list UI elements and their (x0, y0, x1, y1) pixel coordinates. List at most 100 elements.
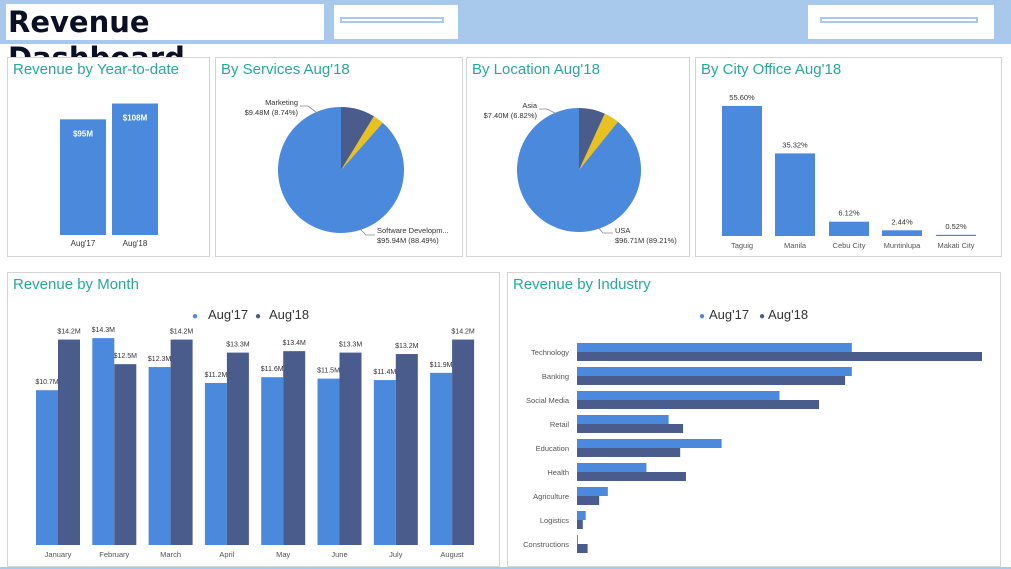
city-x-tick: Taguig (731, 241, 753, 250)
location-slice-value: $96.71M (89.21%) (615, 236, 677, 245)
city-value-label: 35.32% (782, 140, 808, 149)
industry-bar-aug17 (577, 511, 586, 520)
industry-bar-aug17 (577, 343, 852, 352)
month-bar-aug17 (148, 367, 171, 545)
panel-industry: Revenue by Industry ● Aug'17 ● Aug'18 Techno… (507, 272, 1001, 567)
industry-y-tick: Agriculture (533, 492, 569, 501)
ytd-value-label: $108M (123, 114, 148, 123)
city-bar (775, 153, 815, 236)
city-x-tick: Manila (784, 241, 807, 250)
city-value-label: 55.60% (729, 93, 755, 102)
city-value-label: 2.44% (891, 217, 913, 226)
legend-aug17-marker: ● (192, 311, 198, 322)
month-value-label: $14.2M (170, 329, 194, 336)
chart-ytd: $95M Aug'17 $108M Aug'18 (60, 103, 158, 248)
month-bar-aug18 (395, 354, 418, 545)
city-value-label: 0.52% (945, 222, 967, 231)
industry-y-tick: Retail (550, 420, 570, 429)
month-value-label: $11.2M (204, 372, 227, 379)
header-slicer-2-bar (820, 17, 978, 23)
city-bar (829, 221, 869, 236)
chart-industry: ● Aug'17 ● Aug'18TechnologyBankingSocial Me… (523, 307, 982, 553)
month-bar-aug18 (170, 339, 193, 545)
ytd-bar (112, 103, 158, 235)
header-slicer-1[interactable] (334, 5, 458, 39)
legend-aug18-marker: ● (255, 311, 261, 322)
month-value-label: $14.3M (92, 327, 116, 334)
city-value-label: 6.12% (838, 209, 860, 218)
month-bar-aug18 (283, 351, 306, 545)
location-slice-name: USA (615, 226, 630, 235)
legend-aug17-label: Aug'17 (709, 307, 749, 322)
industry-bar-aug18 (577, 424, 684, 433)
month-value-label: $12.3M (148, 356, 172, 363)
legend-aug18-marker: ● (759, 311, 765, 322)
industry-bar-aug18 (577, 496, 600, 505)
panel-ytd: Revenue by Year-to-date $95M Aug'17 $108M A… (7, 57, 210, 257)
panel-services: By Services Aug'18 Marketing $9.48M (8.74… (215, 57, 463, 257)
month-bar-aug17 (92, 338, 115, 545)
month-x-tick: August (440, 550, 464, 559)
industry-bar-aug17 (577, 391, 780, 400)
industry-bar-aug18 (577, 400, 820, 409)
services-slice-value: $9.48M (8.74%) (245, 108, 299, 117)
month-bar-aug18 (339, 352, 362, 545)
header-slicer-1-bar (340, 17, 444, 23)
legend-aug17-label: Aug'17 (208, 307, 248, 322)
services-slice-name: Software Developm... (377, 226, 449, 235)
month-value-label: $11.9M (430, 362, 453, 369)
city-bar (936, 234, 976, 236)
month-bar-aug17 (36, 390, 58, 545)
location-slice-value: $7.40M (6.82%) (484, 111, 538, 120)
month-x-tick: April (219, 550, 234, 559)
industry-bar-aug18 (577, 544, 588, 553)
industry-y-tick: Constructions (523, 540, 569, 549)
month-bar-aug17 (204, 382, 227, 545)
industry-y-tick: Logistics (540, 516, 569, 525)
industry-bar-aug17 (577, 487, 608, 496)
city-bar (882, 230, 922, 236)
month-x-tick: March (160, 550, 181, 559)
month-value-label: $10.7M (35, 379, 59, 386)
city-bar (722, 105, 762, 236)
month-value-label: $12.5M (114, 353, 138, 360)
industry-bar-aug17 (577, 415, 669, 424)
month-x-tick: May (276, 550, 290, 559)
city-x-tick: Muntinlupa (884, 241, 922, 250)
city-x-tick: Makati City (937, 241, 974, 250)
month-value-label: $13.2M (395, 343, 419, 350)
industry-bar-aug18 (577, 520, 583, 529)
location-slice-name: Asia (522, 101, 537, 110)
industry-bar-aug18 (577, 472, 686, 481)
industry-bar-aug17 (577, 439, 722, 448)
chart-location: Asia$7.40M (6.82%) USA$96.71M (89.21%) (484, 101, 678, 245)
header-bar: Revenue Dashboard (0, 0, 1011, 75)
industry-y-tick: Health (547, 468, 569, 477)
panel-location: By Location Aug'18 Asia $7.40M (6.82%) USA… (466, 57, 690, 257)
legend-aug17-marker: ● (699, 311, 705, 322)
month-bar-aug18 (226, 352, 249, 545)
month-bar-aug17 (373, 380, 396, 545)
header-slicer-2[interactable] (808, 5, 994, 39)
chart-city: 55.60% Taguig 35.32% Manila 6.12% Cebu City 2.… (722, 93, 976, 250)
industry-y-tick: Education (536, 444, 569, 453)
industry-bar-aug18 (577, 352, 982, 361)
page-title: Revenue Dashboard (6, 4, 324, 75)
legend-aug18-label: Aug'18 (768, 307, 808, 322)
city-x-tick: Cebu City (833, 241, 866, 250)
month-value-label: $13.3M (226, 342, 250, 349)
month-value-label: $11.6M (261, 366, 284, 373)
industry-bar-aug17 (577, 535, 578, 544)
industry-bar-aug18 (577, 376, 846, 385)
month-bar-aug18 (452, 339, 475, 545)
month-value-label: $13.3M (339, 342, 363, 349)
services-slice-name: Marketing (265, 98, 298, 107)
industry-bar-aug17 (577, 367, 852, 376)
industry-y-tick: Social Media (526, 396, 570, 405)
month-value-label: $11.5M (317, 368, 340, 375)
services-slice-value: $95.94M (88.49%) (377, 236, 439, 245)
month-x-tick: January (45, 550, 72, 559)
ytd-value-label: $95M (73, 129, 93, 138)
month-bar-aug18 (114, 364, 137, 545)
ytd-x-tick: Aug'18 (123, 239, 148, 248)
